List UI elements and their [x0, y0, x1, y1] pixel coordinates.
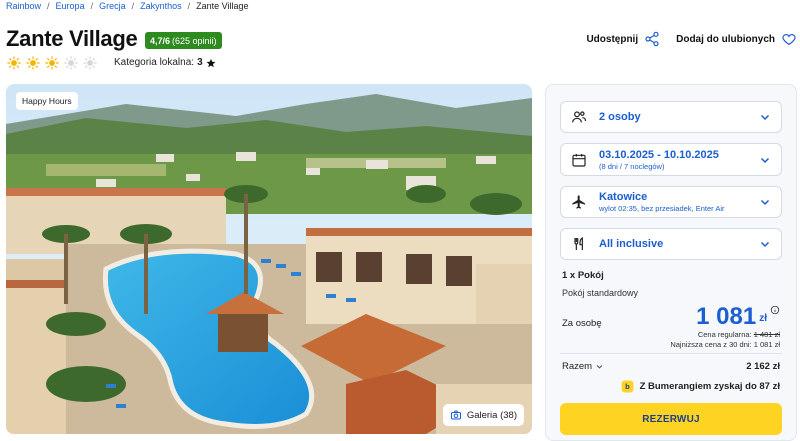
divider [560, 353, 782, 354]
svg-text:b: b [625, 382, 630, 391]
regular-price-value: 1 481 zł [753, 330, 780, 339]
breadcrumb-separator: / [187, 1, 191, 11]
booking-panel: 2 osoby 03.10.2025 - 10.10.2025 (8 dni /… [545, 84, 797, 441]
sun-icon-filled [7, 56, 21, 70]
header-actions: Udostępnij Dodaj do ulubionych [586, 31, 797, 47]
breadcrumb-separator: / [47, 1, 50, 11]
chevron-down-icon [596, 365, 603, 369]
calendar-icon [572, 153, 586, 167]
price-currency: zł [759, 313, 767, 324]
hotel-photo-image [6, 84, 532, 434]
regular-price: Cena regularna: 1 481 zł [698, 330, 780, 339]
room-type: Pokój standardowy [562, 288, 639, 298]
departure-select[interactable]: Katowice wylot 02:35, bez przesiadek, En… [560, 186, 782, 218]
airplane-icon [572, 195, 585, 209]
reserve-button[interactable]: REZERWUJ [560, 403, 782, 435]
star-icon [206, 58, 215, 67]
happy-hours-badge: Happy Hours [16, 92, 78, 110]
bumerang-text: Z Bumerangiem zyskaj do 87 zł [639, 381, 780, 392]
per-person-label: Za osobę [562, 318, 602, 329]
dates-value: 03.10.2025 - 10.10.2025 [599, 148, 719, 161]
heart-icon [782, 34, 796, 46]
breadcrumb-europa[interactable]: Europa [56, 1, 85, 11]
rating-badge[interactable]: 4,7/6 (625 opinii) [145, 32, 222, 49]
hotel-photo[interactable]: Happy Hours Galeria (38) [6, 84, 532, 434]
sun-icon-filled [26, 56, 40, 70]
share-label: Udostępnij [586, 33, 639, 45]
breadcrumb-zakynthos[interactable]: Zakynthos [140, 1, 182, 11]
dates-select[interactable]: 03.10.2025 - 10.10.2025 (8 dni / 7 nocle… [560, 143, 782, 176]
breadcrumb-grecja[interactable]: Grecja [99, 1, 126, 11]
chevron-down-icon [760, 114, 770, 121]
departure-details: wylot 02:35, bez przesiadek, Enter Air [599, 204, 725, 213]
persons-value: 2 osoby [599, 111, 641, 123]
breadcrumb-separator: / [90, 1, 94, 11]
breadcrumb-current: Zante Village [196, 1, 249, 11]
total-label: Razem [562, 361, 593, 372]
sun-icon-empty [64, 56, 78, 70]
sun-icon-filled [45, 56, 59, 70]
chevron-down-icon [760, 241, 770, 248]
board-value: All inclusive [599, 238, 664, 250]
gallery-button[interactable]: Galeria (38) [442, 404, 524, 426]
rating-count: (625 opinii) [172, 35, 217, 46]
breadcrumb-rainbow[interactable]: Rainbow [6, 1, 41, 11]
info-icon[interactable] [770, 305, 780, 315]
bumerang-info: b Z Bumerangiem zyskaj do 87 zł [621, 380, 780, 393]
chevron-down-icon [760, 199, 770, 206]
breadcrumb: Rainbow / Europa / Grecja / Zakynthos / … [6, 0, 249, 12]
sun-rating [7, 56, 97, 70]
departure-value: Katowice [599, 191, 648, 203]
local-category: Kategoria lokalna: 3 [114, 57, 216, 68]
cutlery-icon [574, 236, 583, 250]
favorite-button[interactable]: Dodaj do ulubionych [676, 31, 797, 47]
share-button[interactable]: Udostępnij [586, 31, 660, 47]
share-icon [645, 31, 659, 47]
persons-select[interactable]: 2 osoby [560, 101, 782, 133]
users-icon [572, 111, 587, 123]
local-category-label: Kategoria lokalna: [114, 57, 195, 68]
rating-value: 4,7/6 [150, 35, 171, 46]
local-category-value: 3 [197, 57, 203, 68]
lowest-price-label: Najniższa cena z 30 dni: [670, 340, 752, 349]
dates-duration: (8 dni / 7 noclegów) [599, 161, 665, 171]
chevron-down-icon [760, 157, 770, 163]
room-count: 1 x Pokój [562, 270, 604, 281]
favorite-label: Dodaj do ulubionych [676, 33, 775, 45]
total-toggle[interactable]: Razem [562, 361, 603, 372]
sun-icon-empty [83, 56, 97, 70]
gallery-label: Galeria (38) [466, 409, 517, 421]
breadcrumb-separator: / [131, 1, 135, 11]
price-value: 1 081 [696, 303, 757, 330]
total-price: 2 162 zł [746, 361, 780, 372]
price-per-person: 1 081 zł [696, 303, 780, 331]
bumerang-icon: b [621, 380, 634, 393]
board-select[interactable]: All inclusive [560, 228, 782, 260]
lowest-price-30-days: Najniższa cena z 30 dni: 1 081 zł [670, 340, 780, 349]
hotel-title: Zante Village [6, 26, 138, 51]
lowest-price-value: 1 081 zł [753, 340, 780, 349]
regular-price-label: Cena regularna: [697, 330, 752, 339]
camera-icon [450, 410, 461, 420]
